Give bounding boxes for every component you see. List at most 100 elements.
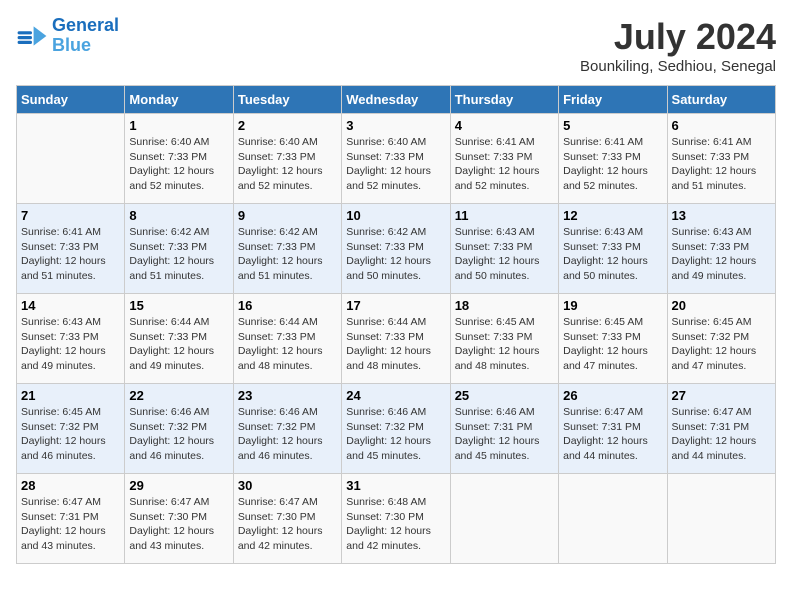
- day-info: Sunrise: 6:41 AM Sunset: 7:33 PM Dayligh…: [455, 135, 554, 194]
- calendar-cell: 9 Sunrise: 6:42 AM Sunset: 7:33 PM Daylig…: [233, 204, 341, 294]
- day-number: 1: [129, 118, 228, 133]
- day-info: Sunrise: 6:41 AM Sunset: 7:33 PM Dayligh…: [672, 135, 771, 194]
- calendar-cell: 22Sunrise: 6:46 AM Sunset: 7:32 PM Dayli…: [125, 384, 233, 474]
- day-number: 3: [346, 118, 445, 133]
- logo-text: General Blue: [52, 16, 119, 56]
- logo-icon: [16, 20, 48, 52]
- day-info: Sunrise: 6:47 AM Sunset: 7:31 PM Dayligh…: [563, 405, 662, 464]
- day-number: 20: [672, 298, 771, 313]
- day-number: 13: [672, 208, 771, 223]
- day-info: Sunrise: 6:46 AM Sunset: 7:32 PM Dayligh…: [129, 405, 228, 464]
- day-info: Sunrise: 6:42 AM Sunset: 7:33 PM Dayligh…: [346, 225, 445, 284]
- day-info: Sunrise: 6:45 AM Sunset: 7:32 PM Dayligh…: [672, 315, 771, 374]
- calendar-cell: 16Sunrise: 6:44 AM Sunset: 7:33 PM Dayli…: [233, 294, 341, 384]
- calendar-cell: 30 Sunrise: 6:47 AM Sunset: 7:30 PM Dayli…: [233, 474, 341, 564]
- day-info: Sunrise: 6:43 AM Sunset: 7:33 PM Dayligh…: [563, 225, 662, 284]
- day-info: Sunrise: 6:45 AM Sunset: 7:32 PM Dayligh…: [21, 405, 120, 464]
- day-number: 12: [563, 208, 662, 223]
- day-info: Sunrise: 6:42 AM Sunset: 7:33 PM Dayligh…: [129, 225, 228, 284]
- day-number: 23: [238, 388, 337, 403]
- header-cell-tuesday: Tuesday: [233, 86, 341, 114]
- day-number: 4: [455, 118, 554, 133]
- day-number: 30: [238, 478, 337, 493]
- day-number: 14: [21, 298, 120, 313]
- calendar-cell: 19Sunrise: 6:45 AM Sunset: 7:33 PM Dayli…: [559, 294, 667, 384]
- day-info: Sunrise: 6:41 AM Sunset: 7:33 PM Dayligh…: [21, 225, 120, 284]
- calendar-cell: 3 Sunrise: 6:40 AM Sunset: 7:33 PM Daylig…: [342, 114, 450, 204]
- day-number: 5: [563, 118, 662, 133]
- day-number: 10: [346, 208, 445, 223]
- day-number: 31: [346, 478, 445, 493]
- day-info: Sunrise: 6:47 AM Sunset: 7:31 PM Dayligh…: [21, 495, 120, 554]
- calendar-table: SundayMondayTuesdayWednesdayThursdayFrid…: [16, 85, 776, 564]
- day-number: 6: [672, 118, 771, 133]
- day-number: 24: [346, 388, 445, 403]
- day-info: Sunrise: 6:43 AM Sunset: 7:33 PM Dayligh…: [455, 225, 554, 284]
- day-info: Sunrise: 6:48 AM Sunset: 7:30 PM Dayligh…: [346, 495, 445, 554]
- header-row: SundayMondayTuesdayWednesdayThursdayFrid…: [17, 86, 776, 114]
- day-info: Sunrise: 6:41 AM Sunset: 7:33 PM Dayligh…: [563, 135, 662, 194]
- day-info: Sunrise: 6:40 AM Sunset: 7:33 PM Dayligh…: [129, 135, 228, 194]
- calendar-cell: 4 Sunrise: 6:41 AM Sunset: 7:33 PM Daylig…: [450, 114, 558, 204]
- calendar-cell: 10 Sunrise: 6:42 AM Sunset: 7:33 PM Dayli…: [342, 204, 450, 294]
- calendar-cell: 8Sunrise: 6:42 AM Sunset: 7:33 PM Daylig…: [125, 204, 233, 294]
- calendar-cell: 7 Sunrise: 6:41 AM Sunset: 7:33 PM Daylig…: [17, 204, 125, 294]
- calendar-week-row: 21Sunrise: 6:45 AM Sunset: 7:32 PM Dayli…: [17, 384, 776, 474]
- day-number: 11: [455, 208, 554, 223]
- calendar-cell: 21Sunrise: 6:45 AM Sunset: 7:32 PM Dayli…: [17, 384, 125, 474]
- calendar-cell: [450, 474, 558, 564]
- header-cell-monday: Monday: [125, 86, 233, 114]
- calendar-cell: [667, 474, 775, 564]
- day-number: 18: [455, 298, 554, 313]
- calendar-cell: 20 Sunrise: 6:45 AM Sunset: 7:32 PM Dayli…: [667, 294, 775, 384]
- day-number: 2: [238, 118, 337, 133]
- day-info: Sunrise: 6:43 AM Sunset: 7:33 PM Dayligh…: [672, 225, 771, 284]
- calendar-week-row: 7 Sunrise: 6:41 AM Sunset: 7:33 PM Daylig…: [17, 204, 776, 294]
- day-number: 17: [346, 298, 445, 313]
- calendar-cell: [17, 114, 125, 204]
- day-number: 27: [672, 388, 771, 403]
- day-info: Sunrise: 6:44 AM Sunset: 7:33 PM Dayligh…: [129, 315, 228, 374]
- calendar-cell: 28 Sunrise: 6:47 AM Sunset: 7:31 PM Dayli…: [17, 474, 125, 564]
- logo-line1: General: [52, 15, 119, 35]
- calendar-cell: 11 Sunrise: 6:43 AM Sunset: 7:33 PM Dayli…: [450, 204, 558, 294]
- calendar-cell: 31 Sunrise: 6:48 AM Sunset: 7:30 PM Dayli…: [342, 474, 450, 564]
- day-number: 19: [563, 298, 662, 313]
- day-number: 29: [129, 478, 228, 493]
- day-info: Sunrise: 6:40 AM Sunset: 7:33 PM Dayligh…: [238, 135, 337, 194]
- calendar-cell: 1 Sunrise: 6:40 AM Sunset: 7:33 PM Daylig…: [125, 114, 233, 204]
- header-cell-friday: Friday: [559, 86, 667, 114]
- day-info: Sunrise: 6:46 AM Sunset: 7:32 PM Dayligh…: [346, 405, 445, 464]
- header-cell-saturday: Saturday: [667, 86, 775, 114]
- header-cell-wednesday: Wednesday: [342, 86, 450, 114]
- calendar-week-row: 1 Sunrise: 6:40 AM Sunset: 7:33 PM Daylig…: [17, 114, 776, 204]
- day-info: Sunrise: 6:40 AM Sunset: 7:33 PM Dayligh…: [346, 135, 445, 194]
- logo-line2: Blue: [52, 35, 91, 55]
- calendar-cell: 6 Sunrise: 6:41 AM Sunset: 7:33 PM Daylig…: [667, 114, 775, 204]
- month-year-title: July 2024: [580, 16, 776, 58]
- day-info: Sunrise: 6:47 AM Sunset: 7:30 PM Dayligh…: [238, 495, 337, 554]
- logo: General Blue: [16, 16, 119, 56]
- day-info: Sunrise: 6:47 AM Sunset: 7:31 PM Dayligh…: [672, 405, 771, 464]
- day-info: Sunrise: 6:45 AM Sunset: 7:33 PM Dayligh…: [455, 315, 554, 374]
- calendar-cell: 24 Sunrise: 6:46 AM Sunset: 7:32 PM Dayli…: [342, 384, 450, 474]
- day-info: Sunrise: 6:42 AM Sunset: 7:33 PM Dayligh…: [238, 225, 337, 284]
- day-info: Sunrise: 6:46 AM Sunset: 7:32 PM Dayligh…: [238, 405, 337, 464]
- day-number: 16: [238, 298, 337, 313]
- page-header: General Blue July 2024 Bounkiling, Sedhi…: [16, 16, 776, 75]
- calendar-body: 1 Sunrise: 6:40 AM Sunset: 7:33 PM Daylig…: [17, 114, 776, 564]
- calendar-week-row: 14Sunrise: 6:43 AM Sunset: 7:33 PM Dayli…: [17, 294, 776, 384]
- day-number: 9: [238, 208, 337, 223]
- day-number: 7: [21, 208, 120, 223]
- day-number: 15: [129, 298, 228, 313]
- calendar-cell: 12 Sunrise: 6:43 AM Sunset: 7:33 PM Dayli…: [559, 204, 667, 294]
- calendar-cell: 27 Sunrise: 6:47 AM Sunset: 7:31 PM Dayli…: [667, 384, 775, 474]
- calendar-cell: 2 Sunrise: 6:40 AM Sunset: 7:33 PM Daylig…: [233, 114, 341, 204]
- day-info: Sunrise: 6:47 AM Sunset: 7:30 PM Dayligh…: [129, 495, 228, 554]
- header-cell-sunday: Sunday: [17, 86, 125, 114]
- calendar-cell: 15 Sunrise: 6:44 AM Sunset: 7:33 PM Dayli…: [125, 294, 233, 384]
- day-number: 28: [21, 478, 120, 493]
- calendar-week-row: 28 Sunrise: 6:47 AM Sunset: 7:31 PM Dayli…: [17, 474, 776, 564]
- calendar-cell: 14Sunrise: 6:43 AM Sunset: 7:33 PM Dayli…: [17, 294, 125, 384]
- day-info: Sunrise: 6:46 AM Sunset: 7:31 PM Dayligh…: [455, 405, 554, 464]
